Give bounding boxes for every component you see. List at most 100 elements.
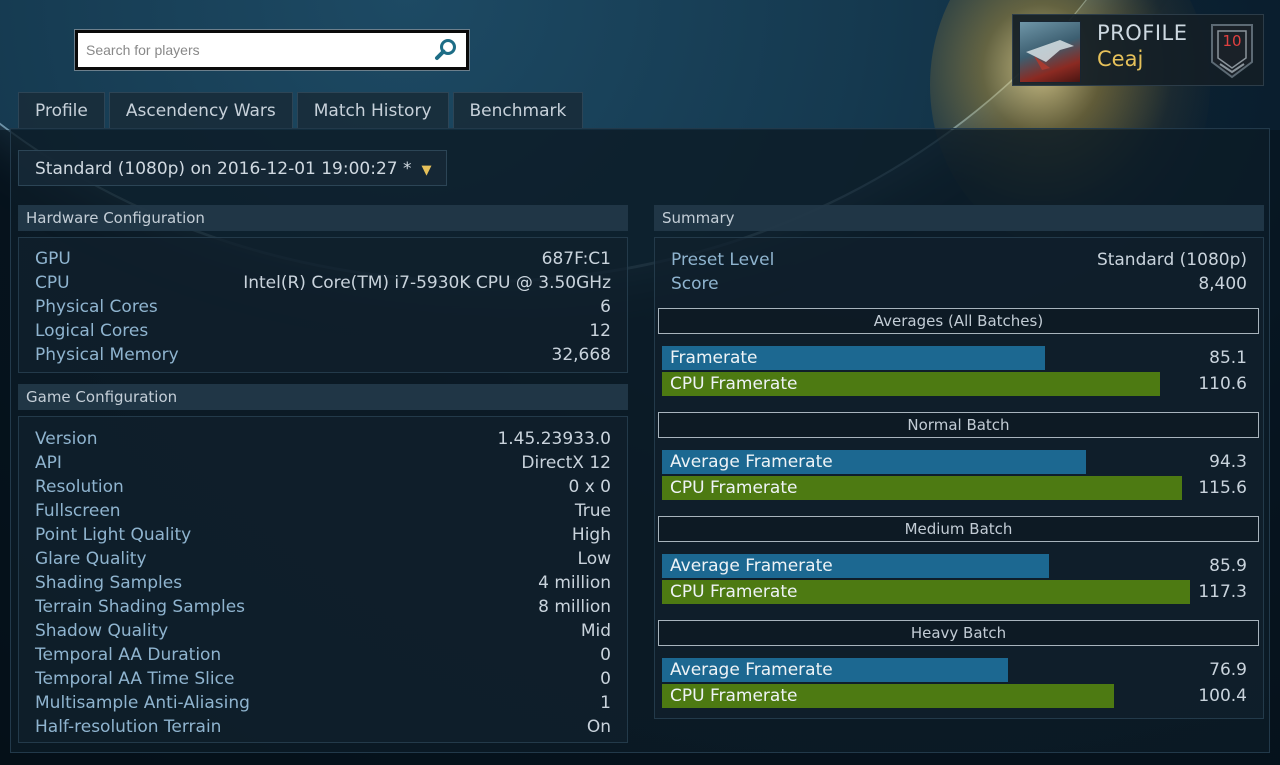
game-row-api: API DirectX 12: [19, 451, 627, 475]
hardware-row-cpu: CPU Intel(R) Core(TM) i7-5930K CPU @ 3.5…: [19, 271, 627, 295]
row-value: Mid: [580, 621, 611, 641]
row-value: 4 million: [538, 573, 611, 593]
cpu-framerate-bar: CPU Framerate: [662, 580, 1190, 604]
row-key: Temporal AA Duration: [35, 645, 222, 665]
row-key: Score: [671, 274, 719, 294]
tab-profile[interactable]: Profile: [18, 92, 105, 128]
cpu-framerate-value: 117.3: [1198, 582, 1247, 602]
game-row-fullscreen: Fullscreen True: [19, 499, 627, 523]
rank-number: 10: [1222, 32, 1242, 50]
average-framerate-value: 94.3: [1209, 452, 1247, 472]
row-value: Intel(R) Core(TM) i7-5930K CPU @ 3.50GHz: [243, 273, 611, 293]
main-tabs: Profile Ascendency Wars Match History Be…: [18, 92, 584, 128]
avatar: [1019, 21, 1081, 83]
row-key: Logical Cores: [35, 321, 149, 341]
cpu-framerate-bar: CPU Framerate: [662, 684, 1114, 708]
rank-badge-icon: [1211, 24, 1253, 79]
row-value: 32,668: [551, 345, 611, 365]
average-framerate-value: 76.9: [1209, 660, 1247, 680]
hardware-row-physical-cores: Physical Cores 6: [19, 295, 627, 319]
row-value: True: [574, 501, 611, 521]
tab-benchmark[interactable]: Benchmark: [452, 92, 584, 128]
row-key: Shadow Quality: [35, 621, 169, 641]
row-key: Shading Samples: [35, 573, 183, 593]
row-value: 1: [600, 693, 611, 713]
profile-label: PROFILE: [1097, 21, 1188, 45]
row-value: On: [586, 717, 611, 737]
group-header-medium-batch: Medium Batch: [658, 516, 1259, 542]
row-value: Standard (1080p): [1096, 250, 1247, 270]
game-row-temporal-aa-duration: Temporal AA Duration 0: [19, 643, 627, 667]
row-key: Preset Level: [671, 250, 775, 270]
search-input[interactable]: [78, 33, 434, 67]
player-search-box: [74, 29, 470, 71]
row-key: Fullscreen: [35, 501, 121, 521]
game-row-shadow-quality: Shadow Quality Mid: [19, 619, 627, 643]
row-key: GPU: [35, 249, 71, 269]
row-value: 6: [600, 297, 611, 317]
row-value: 0: [600, 645, 611, 665]
framerate-value: 85.1: [1209, 348, 1247, 368]
game-row-glare-quality: Glare Quality Low: [19, 547, 627, 571]
row-key: Terrain Shading Samples: [35, 597, 246, 617]
row-key: Half-resolution Terrain: [35, 717, 222, 737]
row-key: Physical Cores: [35, 297, 158, 317]
row-key: Temporal AA Time Slice: [35, 669, 235, 689]
row-key: Resolution: [35, 477, 124, 497]
row-key: Point Light Quality: [35, 525, 192, 545]
cpu-framerate-value: 100.4: [1198, 686, 1247, 706]
game-row-version: Version 1.45.23933.0: [19, 427, 627, 451]
cpu-framerate-bar: CPU Framerate: [662, 372, 1160, 396]
game-config-table: Version 1.45.23933.0 API DirectX 12 Resolu…: [18, 416, 628, 743]
game-row-resolution: Resolution 0 x 0: [19, 475, 627, 499]
row-value: 12: [589, 321, 611, 341]
game-row-half-resolution-terrain: Half-resolution Terrain On: [19, 715, 627, 739]
cpu-framerate-value: 115.6: [1198, 478, 1247, 498]
tab-ascendency-wars[interactable]: Ascendency Wars: [108, 92, 293, 128]
row-key: Glare Quality: [35, 549, 147, 569]
row-value: 8 million: [538, 597, 611, 617]
cpu-framerate-bar: CPU Framerate: [662, 476, 1182, 500]
hardware-row-gpu: GPU 687F:C1: [19, 247, 627, 271]
summary-section-header: Summary: [654, 205, 1264, 231]
benchmark-run-value: Standard (1080p) on 2016-12-01 19:00:27 …: [35, 159, 412, 179]
tab-match-history[interactable]: Match History: [296, 92, 449, 128]
row-value: 0: [600, 669, 611, 689]
average-framerate-bar: Average Framerate: [662, 658, 1008, 682]
row-value: High: [571, 525, 611, 545]
row-key: CPU: [35, 273, 70, 293]
average-framerate-bar: Average Framerate: [662, 450, 1086, 474]
row-key: Version: [35, 429, 98, 449]
row-value: 0 x 0: [568, 477, 612, 497]
game-row-shading-samples: Shading Samples 4 million: [19, 571, 627, 595]
game-row-msaa: Multisample Anti-Aliasing 1: [19, 691, 627, 715]
row-value: 1.45.23933.0: [497, 429, 611, 449]
row-key: Multisample Anti-Aliasing: [35, 693, 250, 713]
cpu-framerate-value: 110.6: [1198, 374, 1247, 394]
hardware-row-logical-cores: Logical Cores 12: [19, 319, 627, 343]
profile-card[interactable]: PROFILE Ceaj 10: [1012, 14, 1264, 86]
row-key: API: [35, 453, 62, 473]
benchmark-run-select[interactable]: Standard (1080p) on 2016-12-01 19:00:27 …: [18, 150, 447, 186]
dropdown-arrow-icon: ▼: [421, 163, 432, 178]
hardware-row-physical-memory: Physical Memory 32,668: [19, 343, 627, 367]
game-section-header: Game Configuration: [18, 384, 628, 410]
summary-row-preset-level: Preset Level Standard (1080p): [655, 248, 1263, 272]
game-row-temporal-aa-time-slice: Temporal AA Time Slice 0: [19, 667, 627, 691]
group-header-averages: Averages (All Batches): [658, 308, 1259, 334]
average-framerate-bar: Average Framerate: [662, 554, 1049, 578]
framerate-bar: Framerate: [662, 346, 1045, 370]
row-value: Low: [577, 549, 611, 569]
profile-name[interactable]: Ceaj: [1097, 47, 1143, 71]
hardware-section-header: Hardware Configuration: [18, 205, 628, 231]
group-header-heavy-batch: Heavy Batch: [658, 620, 1259, 646]
group-header-normal-batch: Normal Batch: [658, 412, 1259, 438]
average-framerate-value: 85.9: [1209, 556, 1247, 576]
search-icon[interactable]: [434, 38, 458, 62]
summary-row-score: Score 8,400: [655, 272, 1263, 296]
row-value: DirectX 12: [521, 453, 611, 473]
hardware-table: GPU 687F:C1 CPU Intel(R) Core(TM) i7-593…: [18, 237, 628, 373]
row-value: 8,400: [1198, 274, 1247, 294]
game-row-terrain-shading-samples: Terrain Shading Samples 8 million: [19, 595, 627, 619]
game-row-point-light-quality: Point Light Quality High: [19, 523, 627, 547]
